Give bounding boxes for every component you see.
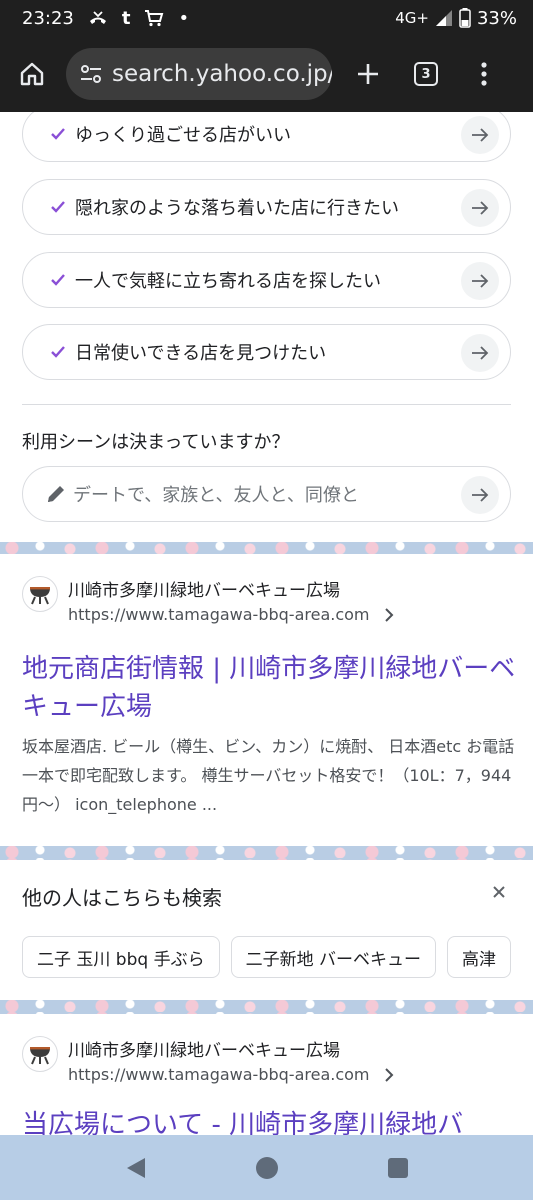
related-title: 他の人はこちらも検索 <box>22 886 222 910</box>
arrow-right-icon[interactable] <box>461 116 499 154</box>
chevron-right-icon[interactable] <box>384 1067 394 1083</box>
check-icon <box>49 128 67 140</box>
check-icon <box>49 201 67 213</box>
suggestion-item[interactable]: ゆっくり過ごせる店がいい <box>22 112 511 162</box>
bbq-grill-icon <box>22 1036 58 1072</box>
arrow-right-icon[interactable] <box>461 262 499 300</box>
recents-icon[interactable] <box>378 1148 418 1188</box>
result-site[interactable]: 川崎市多摩川緑地バーベキュー広場 https://www.tamagawa-bb… <box>22 576 394 624</box>
arrow-right-icon[interactable] <box>461 189 499 227</box>
browser-toolbar: search.yahoo.co.jp/ 3 <box>0 36 533 112</box>
suggestion-label: ゆっくり過ごせる店がいい <box>75 125 291 146</box>
scene-placeholder: デートで、家族と、友人と、同僚と <box>73 485 359 506</box>
arrow-right-icon[interactable] <box>461 334 499 372</box>
url-text[interactable]: search.yahoo.co.jp/ <box>112 61 332 87</box>
add-tab-icon[interactable] <box>344 50 392 98</box>
scene-question: 利用シーンは決まっていますか？ <box>22 432 290 453</box>
page-content: ゆっくり過ごせる店がいい 隠れ家のような落ち着いた店に行きたい 一人で気軽に立ち… <box>0 112 533 1135</box>
signal-icon <box>435 9 453 27</box>
site-url-row: https://www.tamagawa-bbq-area.com <box>68 1065 394 1084</box>
result-title-link[interactable]: 地元商店街情報 | 川崎市多摩川緑地バーベキュー広場 <box>22 650 517 726</box>
section-divider <box>22 404 511 405</box>
address-bar[interactable]: search.yahoo.co.jp/ <box>66 48 332 100</box>
suggestion-label: 一人で気軽に立ち寄れる店を探したい <box>75 271 381 292</box>
site-name: 川崎市多摩川緑地バーベキュー広場 <box>68 1041 340 1061</box>
pencil-icon <box>45 483 67 505</box>
search-result: 川崎市多摩川緑地バーベキュー広場 https://www.tamagawa-bb… <box>0 554 533 846</box>
back-icon[interactable] <box>116 1148 156 1188</box>
system-nav-bar <box>0 1135 533 1200</box>
floral-separator <box>0 846 533 860</box>
site-url: https://www.tamagawa-bbq-area.com <box>68 1065 370 1084</box>
related-chip[interactable]: 二子 玉川 bbq 手ぶら <box>22 936 220 978</box>
network-type: 4G+ <box>395 9 429 27</box>
battery-percent: 33% <box>476 7 517 29</box>
check-icon <box>49 274 67 286</box>
close-icon[interactable] <box>487 880 511 904</box>
tab-count: 3 <box>414 62 438 86</box>
bbq-grill-icon <box>22 576 58 612</box>
home-nav-icon[interactable] <box>247 1148 287 1188</box>
site-name: 川崎市多摩川緑地バーベキュー広場 <box>68 581 340 601</box>
floral-separator <box>0 1000 533 1014</box>
cart-icon <box>144 9 164 27</box>
battery-icon <box>459 8 471 28</box>
suggestion-label: 日常使いできる店を見つけたい <box>75 343 327 364</box>
arrow-right-icon[interactable] <box>461 476 499 514</box>
site-url: https://www.tamagawa-bbq-area.com <box>68 605 370 624</box>
check-icon <box>49 346 67 358</box>
tab-switcher-button[interactable]: 3 <box>402 50 450 98</box>
suggestion-item[interactable]: 日常使いできる店を見つけたい <box>22 324 511 380</box>
status-bar: 23:23 t • 4G+ 33% <box>0 0 533 36</box>
result-title-link[interactable]: 当広場について - 川崎市多摩川緑地バ <box>22 1106 517 1135</box>
result-snippet: 坂本屋酒店. ビール（樽生、ビン、カン）に焼酎、 日本酒etc お電話一本で即宅… <box>22 737 515 814</box>
related-chip[interactable]: 高津 <box>447 936 511 978</box>
home-icon[interactable] <box>8 50 56 98</box>
menu-icon[interactable] <box>460 50 508 98</box>
search-result: 川崎市多摩川緑地バーベキュー広場 https://www.tamagawa-bb… <box>0 1014 533 1135</box>
tumblr-icon: t <box>121 7 131 29</box>
chevron-right-icon[interactable] <box>384 607 394 623</box>
result-site[interactable]: 川崎市多摩川緑地バーベキュー広場 https://www.tamagawa-bb… <box>22 1036 394 1084</box>
notification-dot: • <box>178 7 190 29</box>
scene-input[interactable]: デートで、家族と、友人と、同僚と <box>22 466 511 522</box>
suggestion-label: 隠れ家のような落ち着いた店に行きたい <box>75 198 399 219</box>
site-url-row: https://www.tamagawa-bbq-area.com <box>68 605 394 624</box>
suggestion-item[interactable]: 隠れ家のような落ち着いた店に行きたい <box>22 179 511 235</box>
floral-separator <box>0 542 533 554</box>
site-settings-icon[interactable] <box>80 64 102 84</box>
suggestion-item[interactable]: 一人で気軽に立ち寄れる店を探したい <box>22 252 511 308</box>
missed-call-icon <box>88 10 108 26</box>
related-chip[interactable]: 二子新地 バーベキュー <box>230 936 436 978</box>
related-searches: 他の人はこちらも検索 二子 玉川 bbq 手ぶら 二子新地 バーベキュー 高津 <box>0 860 533 1000</box>
status-time: 23:23 <box>22 7 74 29</box>
